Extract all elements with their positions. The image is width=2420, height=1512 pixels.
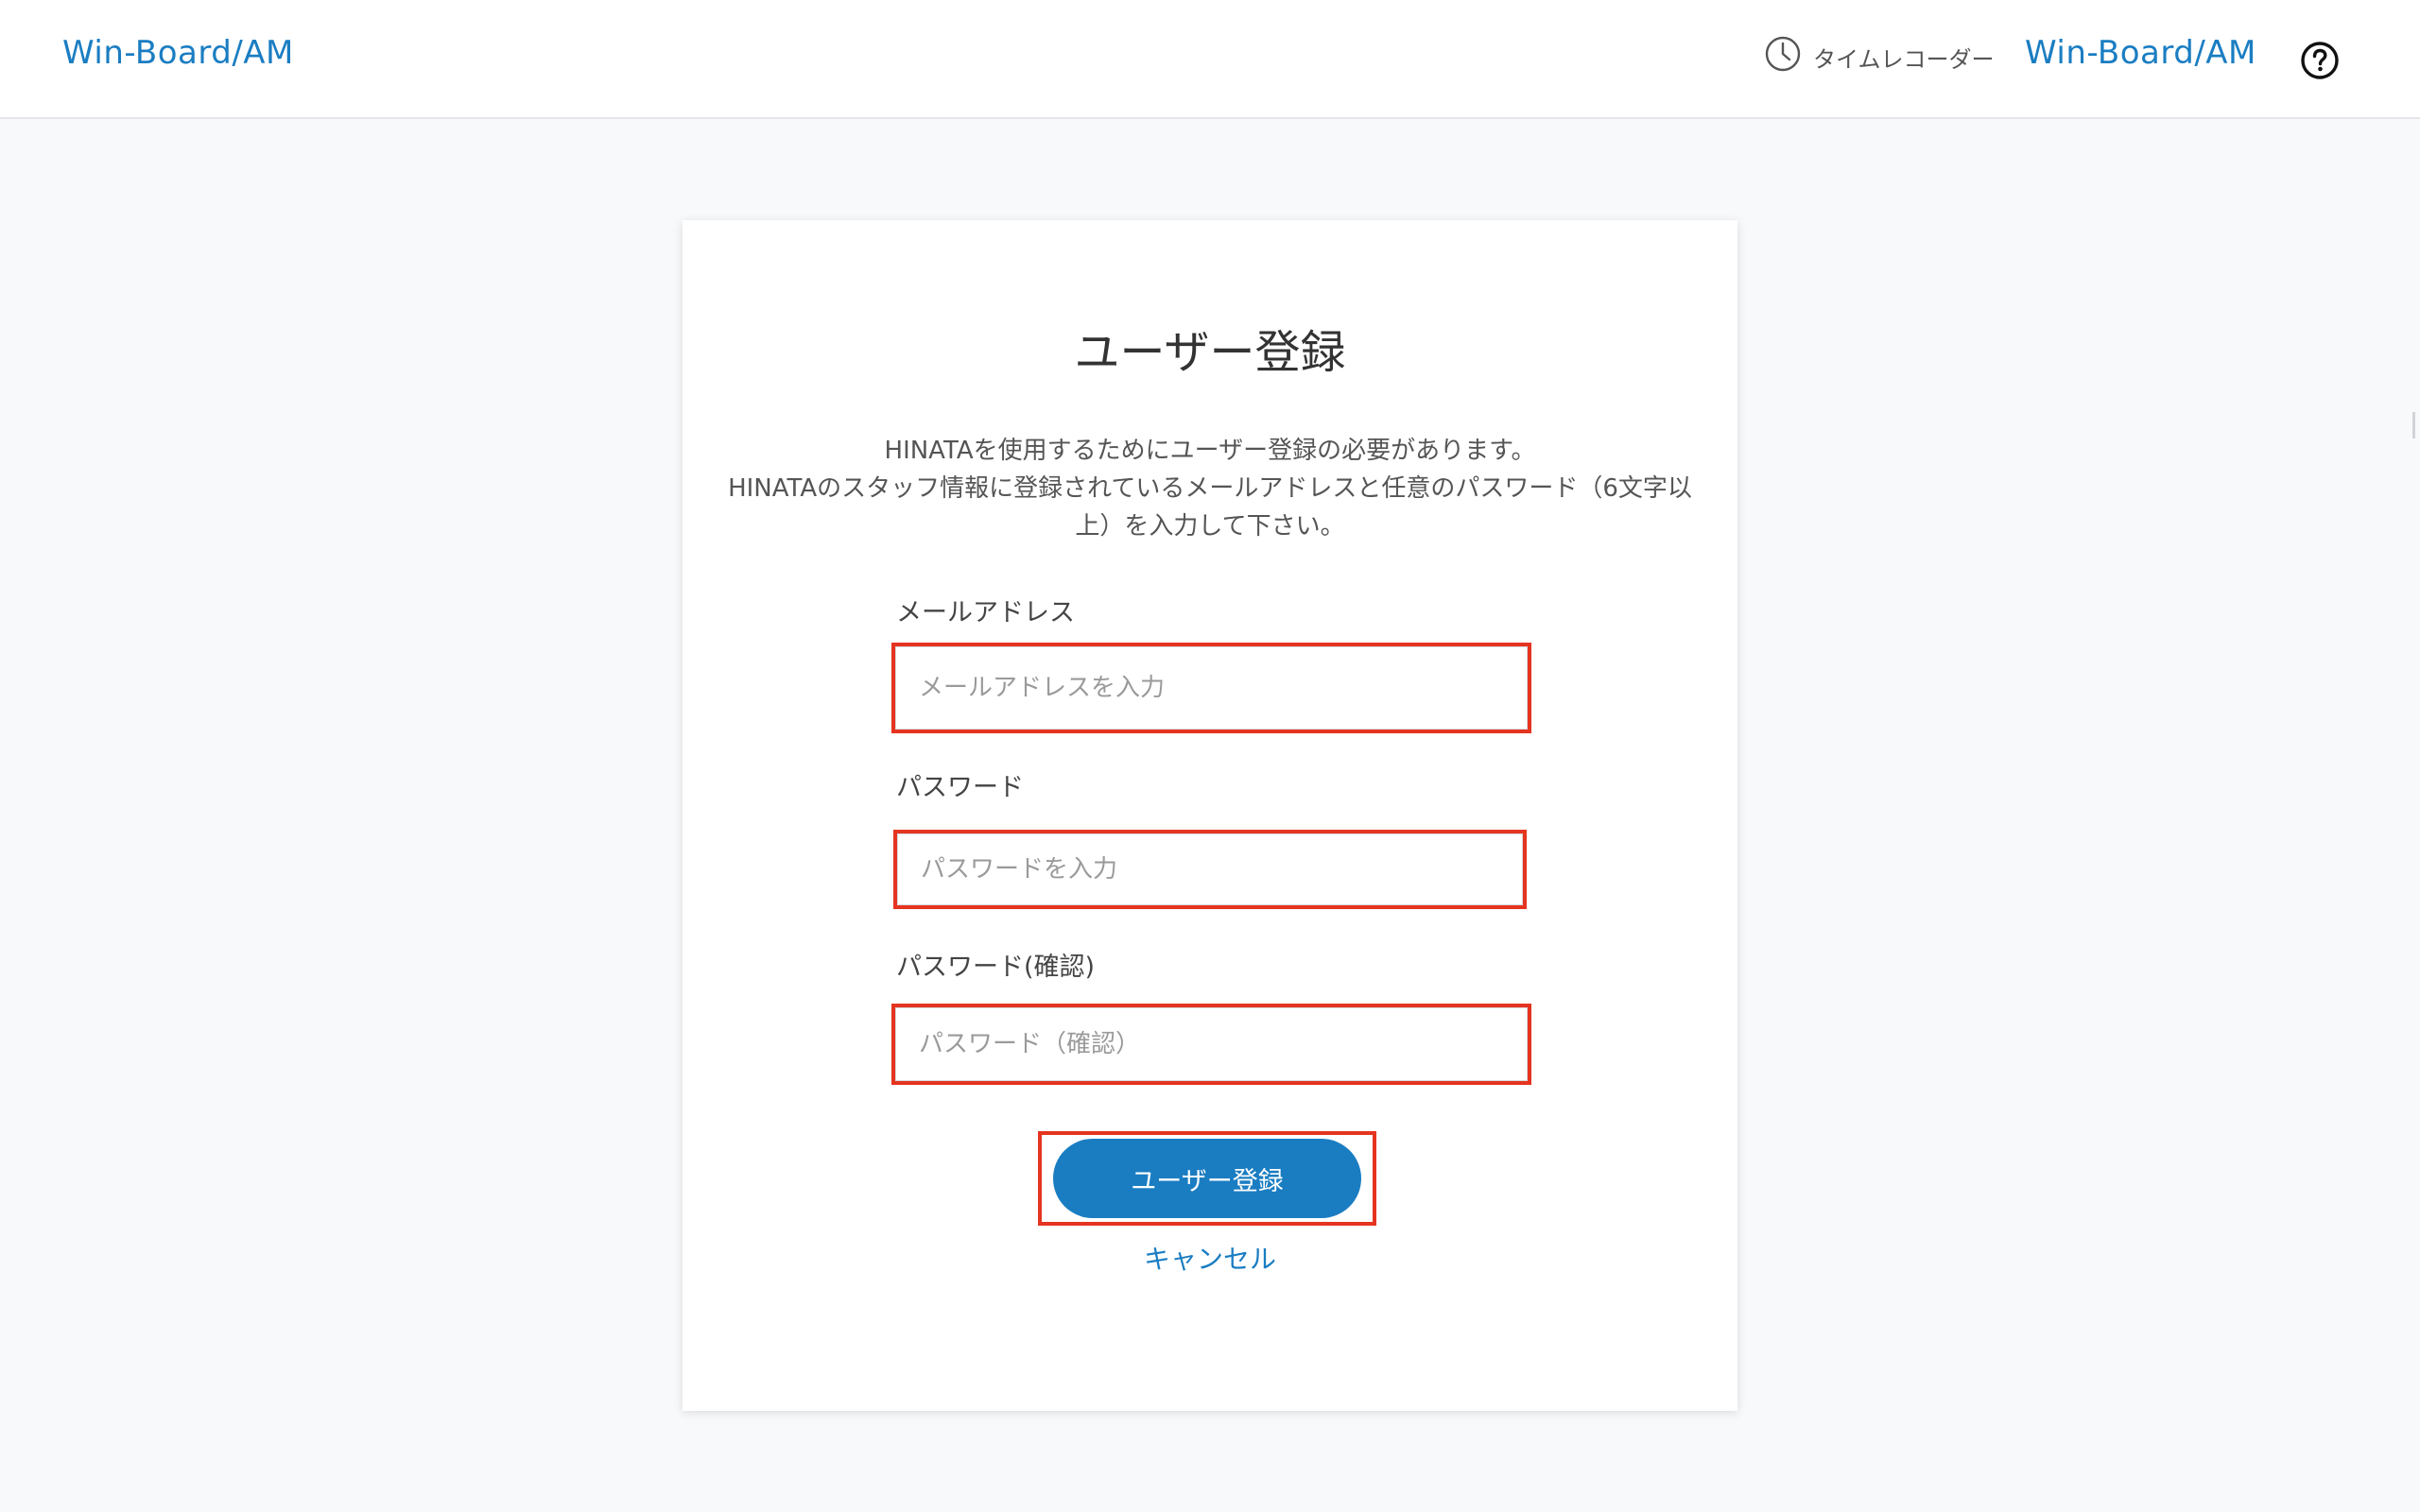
description-line-2: HINATAのスタッフ情報に登録されているメールアドレスと任意のパスワード（6文…	[728, 474, 1692, 541]
page-title: ユーザー登録	[1074, 326, 1346, 379]
email-label: メールアドレス	[896, 598, 1075, 627]
email-field-highlight	[891, 643, 1531, 733]
question-circle-icon[interactable]	[2299, 40, 2341, 81]
password-confirm-field-highlight	[891, 1004, 1531, 1085]
clock-icon	[1764, 35, 1802, 78]
password-field-highlight	[893, 830, 1527, 909]
description: HINATAを使用するためにユーザー登録の必要があります。 HINATAのスタッ…	[720, 432, 1700, 545]
password-field[interactable]	[897, 833, 1523, 905]
description-line-1: HINATAを使用するためにユーザー登録の必要があります。	[884, 437, 1536, 465]
registration-card: ユーザー登録 HINATAを使用するためにユーザー登録の必要があります。 HIN…	[683, 220, 1737, 1411]
password-label: パスワード	[896, 773, 1024, 802]
email-field[interactable]	[895, 646, 1528, 730]
brand-logo-left[interactable]: Win-Board/AM	[62, 34, 294, 72]
time-recorder-link[interactable]: タイムレコーダー	[1764, 36, 1995, 77]
cancel-link[interactable]: キャンセル	[683, 1239, 1737, 1277]
password-confirm-label: パスワード(確認)	[896, 953, 1096, 982]
scrollbar-edge[interactable]	[2412, 412, 2415, 438]
brand-logo-right[interactable]: Win-Board/AM	[2025, 34, 2256, 72]
submit-button-highlight: ユーザー登録	[1038, 1131, 1376, 1226]
register-button[interactable]: ユーザー登録	[1053, 1139, 1361, 1218]
password-confirm-field[interactable]	[895, 1007, 1528, 1081]
time-recorder-label: タイムレコーダー	[1813, 45, 1995, 73]
top-header: Win-Board/AM タイムレコーダー Win-Board/AM	[0, 0, 2420, 119]
